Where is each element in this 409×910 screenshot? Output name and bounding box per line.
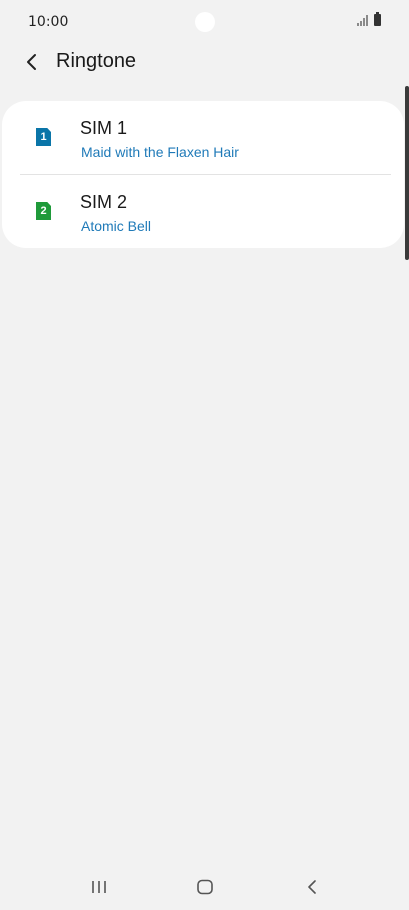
sim-2-icon: 2 xyxy=(36,202,51,220)
sim-ringtone-list: 1 SIM 1 Maid with the Flaxen Hair 2 SIM … xyxy=(2,101,404,248)
sim-1-ringtone-item[interactable]: 1 SIM 1 Maid with the Flaxen Hair xyxy=(2,101,404,174)
sim-1-ringtone: Maid with the Flaxen Hair xyxy=(81,144,239,160)
recents-icon xyxy=(92,881,106,893)
home-icon xyxy=(197,879,213,895)
camera-cutout xyxy=(195,12,215,32)
sim-1-icon: 1 xyxy=(36,128,51,146)
signal-icon xyxy=(357,14,368,26)
status-icons xyxy=(357,12,381,26)
sim-2-title: SIM 2 xyxy=(80,192,128,212)
chevron-left-icon xyxy=(27,54,36,70)
back-button[interactable] xyxy=(18,48,46,76)
battery-icon xyxy=(374,12,381,26)
sim-2-ringtone: Atomic Bell xyxy=(81,218,152,234)
status-bar: 10:00 xyxy=(0,0,409,44)
recents-button[interactable] xyxy=(84,874,114,900)
sim-1-title: SIM 1 xyxy=(80,118,128,138)
scrollbar[interactable] xyxy=(405,86,409,260)
sim-2-ringtone-item[interactable]: 2 SIM 2 Atomic Bell xyxy=(2,175,404,248)
home-button[interactable] xyxy=(190,874,220,900)
app-header: Ringtone xyxy=(0,40,409,84)
page-title: Ringtone xyxy=(56,50,137,72)
back-icon xyxy=(308,880,316,894)
nav-back-button[interactable] xyxy=(297,874,327,900)
navigation-bar xyxy=(0,860,409,910)
status-time: 10:00 xyxy=(28,14,69,30)
